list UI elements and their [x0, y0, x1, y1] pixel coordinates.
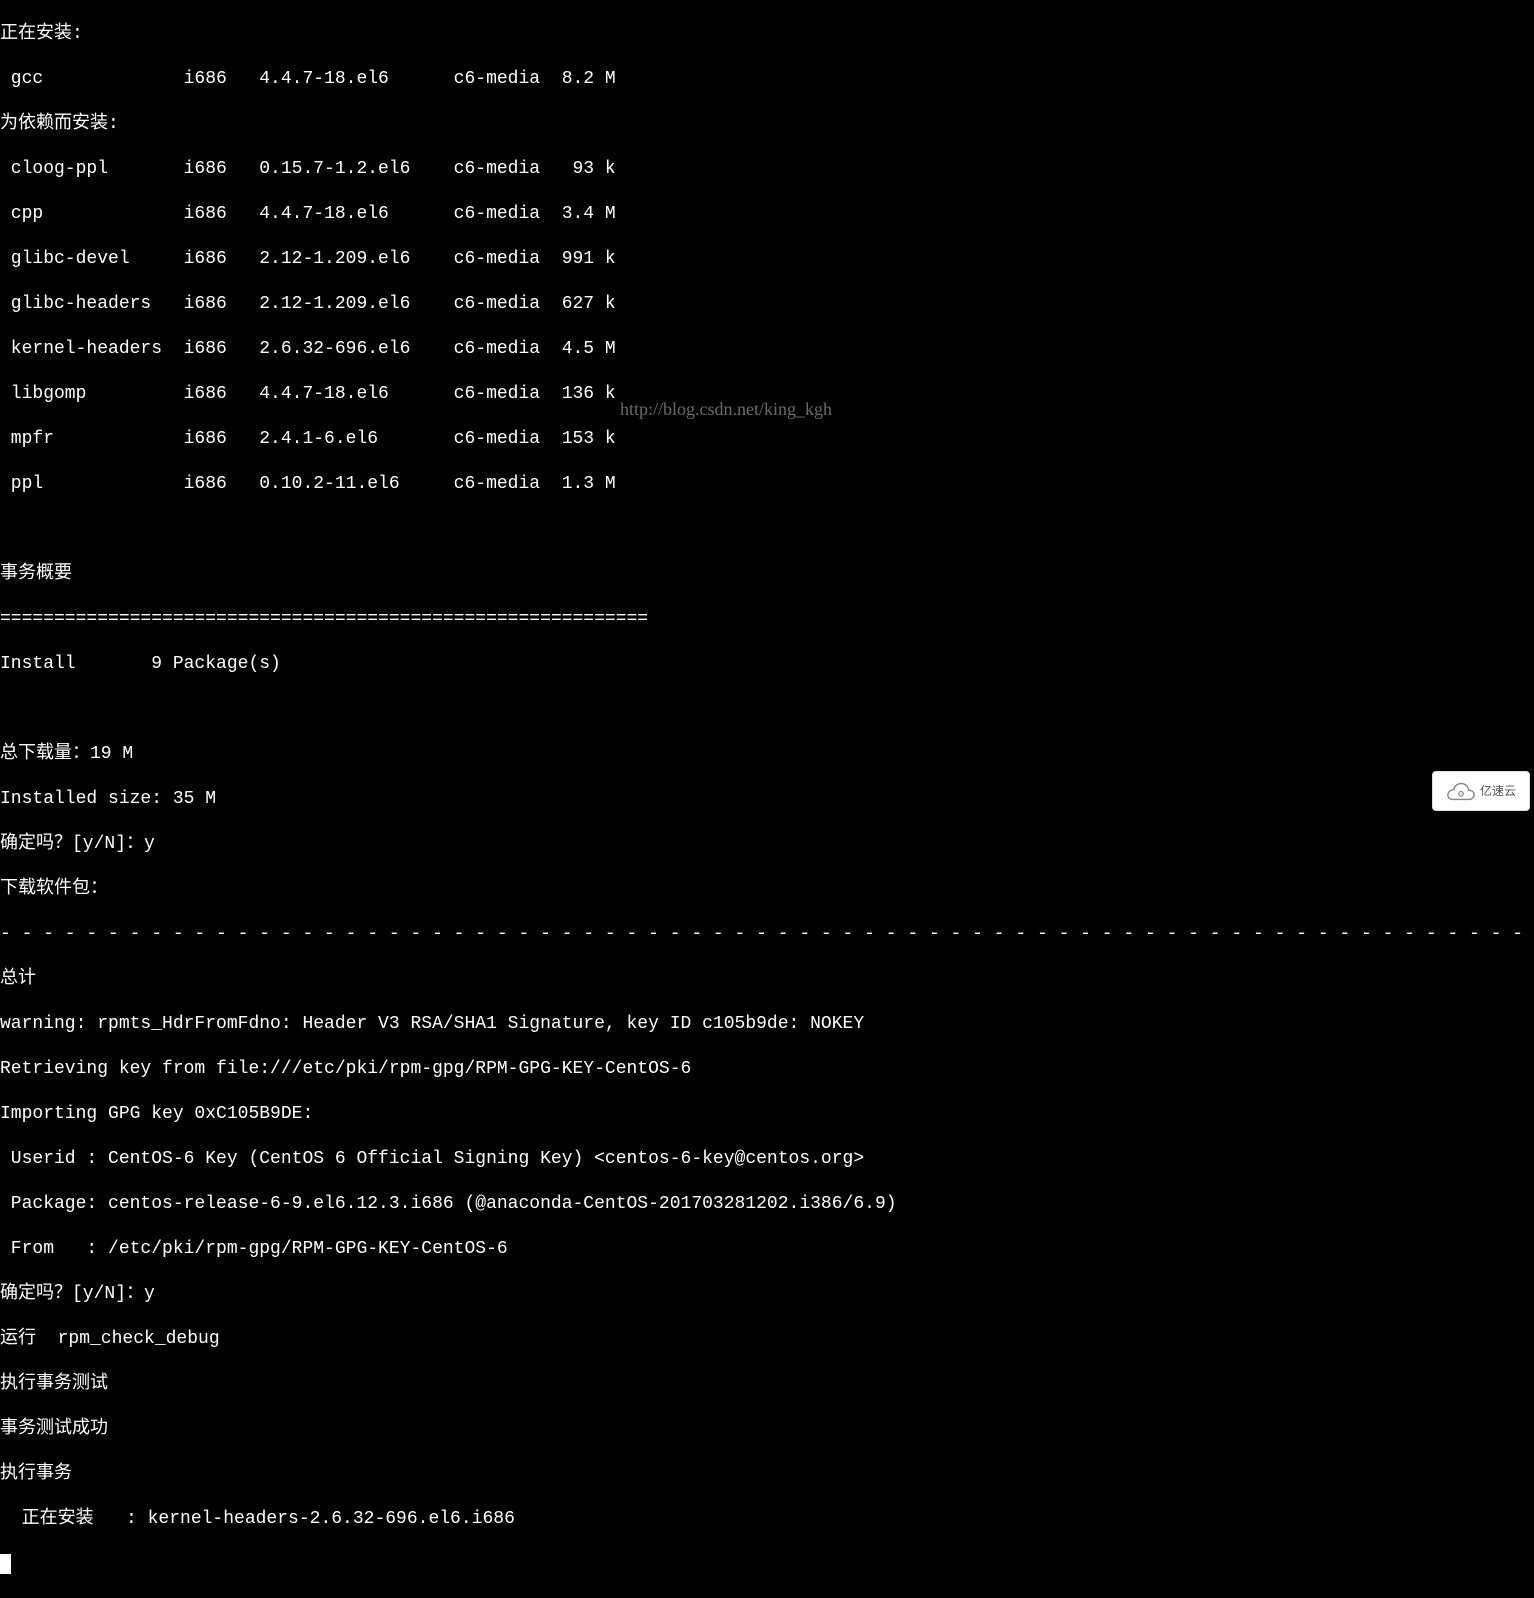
- total-label: 总计: [0, 968, 1534, 991]
- package-line: Package: centos-release-6-9.el6.12.3.i68…: [0, 1193, 1534, 1216]
- separator-dash: - - - - - - - - - - - - - - - - - - - - …: [0, 923, 1534, 946]
- installed-size: Installed size: 35 M: [0, 788, 1534, 811]
- package-row-dep: glibc-devel i686 2.12-1.209.el6 c6-media…: [0, 248, 1534, 271]
- blank-line: [0, 698, 1534, 721]
- package-row-dep: libgomp i686 4.4.7-18.el6 c6-media 136 k: [0, 383, 1534, 406]
- logo-badge: 亿速云: [1432, 771, 1530, 811]
- package-row-dep: glibc-headers i686 2.12-1.209.el6 c6-med…: [0, 293, 1534, 316]
- from-line: From : /etc/pki/rpm-gpg/RPM-GPG-KEY-Cent…: [0, 1238, 1534, 1261]
- package-row-dep: mpfr i686 2.4.1-6.el6 c6-media 153 k: [0, 428, 1534, 451]
- exec-line: 执行事务: [0, 1463, 1534, 1486]
- running-line: 运行 rpm_check_debug: [0, 1328, 1534, 1351]
- cloud-icon: [1446, 781, 1476, 801]
- downloading-label: 下载软件包：: [0, 878, 1534, 901]
- importing-line: Importing GPG key 0xC105B9DE:: [0, 1103, 1534, 1126]
- package-row-dep: ppl i686 0.10.2-11.el6 c6-media 1.3 M: [0, 473, 1534, 496]
- test-line: 执行事务测试: [0, 1373, 1534, 1396]
- logo-text: 亿速云: [1480, 780, 1516, 803]
- userid-line: Userid : CentOS-6 Key (CentOS 6 Official…: [0, 1148, 1534, 1171]
- total-download: 总下载量：19 M: [0, 743, 1534, 766]
- summary-header: 事务概要: [0, 563, 1534, 586]
- package-row-main: gcc i686 4.4.7-18.el6 c6-media 8.2 M: [0, 68, 1534, 91]
- blank-line: [0, 518, 1534, 541]
- installing-pkg-line: 正在安装 : kernel-headers-2.6.32-696.el6.i68…: [0, 1508, 1534, 1531]
- separator-eq: ========================================…: [0, 608, 1534, 631]
- testok-line: 事务测试成功: [0, 1418, 1534, 1441]
- terminal-output: 正在安装: gcc i686 4.4.7-18.el6 c6-media 8.2…: [0, 0, 1534, 1598]
- retrieving-line: Retrieving key from file:///etc/pki/rpm-…: [0, 1058, 1534, 1081]
- package-row-dep: cpp i686 4.4.7-18.el6 c6-media 3.4 M: [0, 203, 1534, 226]
- cursor-line[interactable]: [0, 1553, 1534, 1576]
- package-row-dep: kernel-headers i686 2.6.32-696.el6 c6-me…: [0, 338, 1534, 361]
- install-count: Install 9 Package(s): [0, 653, 1534, 676]
- warning-line: warning: rpmts_HdrFromFdno: Header V3 RS…: [0, 1013, 1534, 1036]
- cursor-block[interactable]: [0, 1554, 11, 1574]
- confirm-prompt-1: 确定吗？[y/N]：y: [0, 833, 1534, 856]
- section-installing-header: 正在安装:: [0, 23, 1534, 46]
- section-deps-header: 为依赖而安装:: [0, 113, 1534, 136]
- confirm-prompt-2: 确定吗？[y/N]：y: [0, 1283, 1534, 1306]
- package-row-dep: cloog-ppl i686 0.15.7-1.2.el6 c6-media 9…: [0, 158, 1534, 181]
